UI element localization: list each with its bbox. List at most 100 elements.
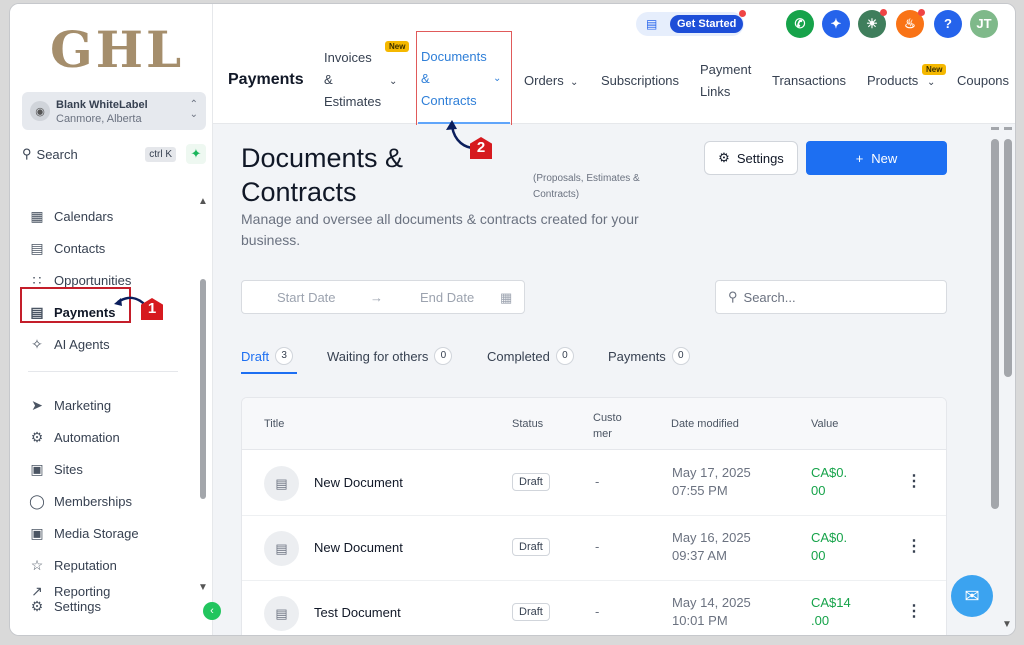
count-badge: 0 [434, 347, 453, 365]
filter-tab-payments[interactable]: Payments 0 [608, 347, 690, 365]
count-badge: 0 [555, 347, 574, 365]
sidebar-search[interactable]: ⚲ Search ctrl K [22, 142, 176, 166]
row-title[interactable]: New Document [314, 475, 403, 490]
sidebar-item-automation[interactable]: ⚙ Automation [20, 422, 195, 452]
sidebar-item-sites[interactable]: ▣ Sites [20, 454, 195, 484]
sidebar-item-calendars[interactable]: ▦ Calendars [20, 201, 195, 231]
highlight-box-documents [416, 31, 512, 127]
ai-sparkle-icon[interactable]: ✦ [186, 144, 206, 164]
sidebar-item-label: Opportunities [54, 272, 132, 288]
more-options-icon[interactable]: ⋮ [906, 471, 922, 491]
table-row[interactable]: ▤ New Document Draft - May 16, 2025 09:37… [242, 516, 946, 581]
tab-label: & [324, 72, 333, 87]
start-date-field[interactable]: Start Date [277, 290, 336, 305]
row-title[interactable]: New Document [314, 540, 403, 555]
contacts-icon: ▤ [30, 239, 44, 256]
main-scrollbar[interactable] [991, 139, 999, 509]
heading-subnote: (Proposals, Estimates & Contracts) [533, 171, 673, 203]
new-document-button[interactable]: + New [806, 141, 947, 175]
row-title[interactable]: Test Document [314, 605, 401, 620]
get-started-button[interactable]: Get Started [670, 15, 744, 33]
description-line: Manage and oversee all documents & contr… [241, 211, 639, 227]
table-row[interactable]: ▤ Test Document Draft - May 14, 2025 10:0… [242, 581, 946, 635]
image-icon: ▣ [30, 524, 44, 541]
search-icon: ⚲ [728, 289, 738, 304]
row-customer: - [595, 604, 600, 619]
filter-tab-draft[interactable]: Draft 3 [241, 347, 294, 365]
header-line: Custo [593, 412, 622, 424]
user-avatar[interactable]: JT [970, 10, 998, 38]
sparkle-icon[interactable]: ✦ [822, 10, 850, 38]
filter-label: Waiting for others [327, 348, 429, 364]
date-line: May 14, 2025 [672, 595, 751, 610]
notification-dot [918, 9, 925, 16]
tab-payment-links[interactable]: Payment Links [700, 59, 751, 103]
heading-line: Contracts [241, 177, 357, 207]
chevron-down-icon: ⌄ [570, 77, 579, 88]
tab-label: Invoices [324, 50, 372, 65]
filter-tab-completed[interactable]: Completed 0 [487, 347, 574, 365]
table-row[interactable]: ▤ New Document Draft - May 17, 2025 07:55… [242, 451, 946, 516]
notification-dot [880, 9, 887, 16]
chevron-down-icon: ⌄ [389, 76, 398, 87]
sidebar-item-contacts[interactable]: ▤ Contacts [20, 233, 195, 263]
sidebar-item-label: Reputation [54, 557, 117, 573]
gear-icon: ⚙ [718, 150, 730, 165]
filter-label: Payments [608, 348, 666, 364]
bell-icon[interactable]: ♨ [896, 9, 925, 38]
agency-logo[interactable]: GHL [50, 20, 184, 79]
help-icon[interactable]: ? [934, 10, 962, 38]
column-value: Value [811, 418, 839, 430]
end-date-field[interactable]: End Date [420, 290, 474, 305]
page-title: Payments [228, 71, 304, 88]
row-value: CA$0. 00 [811, 464, 861, 500]
megaphone-icon[interactable]: ☀ [858, 9, 887, 38]
status-badge: Draft [512, 538, 550, 556]
settings-button[interactable]: ⚙ Settings [704, 141, 798, 175]
more-options-icon[interactable]: ⋮ [906, 601, 922, 621]
column-date-modified: Date modified [671, 418, 739, 430]
sidebar-scrollbar[interactable] [200, 279, 206, 499]
tab-subscriptions[interactable]: Subscriptions [601, 70, 679, 92]
column-title: Title [264, 418, 285, 430]
scroll-up-indicator[interactable] [1004, 127, 1012, 130]
account-switcher[interactable]: ◉ Blank WhiteLabel Canmore, Alberta ⌃ ⌄ [22, 92, 206, 130]
column-customer: Custo mer [593, 410, 622, 442]
sidebar-item-media-storage[interactable]: ▣ Media Storage [20, 518, 195, 548]
value-line: CA$0. [811, 465, 848, 480]
sidebar-item-settings[interactable]: ⚙ Settings [20, 597, 195, 615]
new-badge: New [385, 41, 410, 52]
collapse-sidebar-button[interactable]: ‹ [203, 602, 221, 620]
sidebar-item-label: AI Agents [54, 336, 110, 352]
tab-products[interactable]: Products ⌄ [867, 70, 935, 92]
time-line: 07:55 PM [672, 483, 728, 498]
tab-orders[interactable]: Orders ⌄ [524, 70, 578, 92]
tab-transactions[interactable]: Transactions [772, 70, 846, 92]
value-line: 00 [811, 548, 826, 563]
sidebar-item-memberships[interactable]: ◯ Memberships [20, 486, 195, 516]
value-line: 00 [811, 483, 826, 498]
tab-coupons[interactable]: Coupons [957, 70, 1009, 92]
scroll-up-icon[interactable]: ▲ [198, 196, 208, 207]
scroll-up-indicator[interactable] [991, 127, 999, 130]
gear-icon: ⚙ [30, 597, 44, 614]
get-started-pill[interactable]: ▤ Get Started [636, 10, 746, 36]
table-scrollbar[interactable] [1004, 139, 1012, 377]
more-options-icon[interactable]: ⋮ [906, 536, 922, 556]
card-icon: ▤ [646, 17, 658, 31]
filter-tab-waiting[interactable]: Waiting for others 0 [327, 347, 453, 365]
sidebar-item-marketing[interactable]: ➤ Marketing [20, 390, 195, 420]
phone-icon[interactable]: ✆ [786, 10, 814, 38]
scroll-down-icon[interactable]: ▼ [198, 582, 208, 593]
sidebar-item-ai-agents[interactable]: ✧ AI Agents [20, 329, 195, 359]
scroll-down-icon[interactable]: ▼ [1002, 619, 1012, 630]
document-icon: ▤ [264, 466, 299, 501]
date-range-picker[interactable]: Start Date → End Date ▦ [241, 280, 525, 314]
tab-invoices-estimates[interactable]: Invoices & Estimates ⌄ [324, 47, 397, 113]
status-badge: Draft [512, 473, 550, 491]
location-icon: ◉ [30, 101, 50, 121]
chat-support-icon[interactable]: ✉ [951, 575, 993, 617]
date-line: May 17, 2025 [672, 465, 751, 480]
documents-search-input[interactable]: ⚲ Search... [715, 280, 947, 314]
sidebar-item-reputation[interactable]: ☆ Reputation [20, 550, 195, 580]
